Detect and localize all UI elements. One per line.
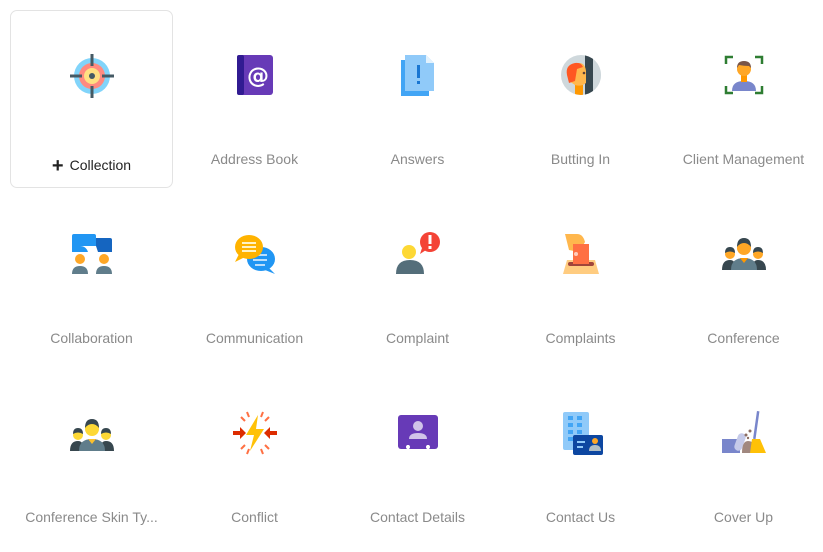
plus-icon: + [51, 155, 64, 177]
icon-tile[interactable]: Cover Up [662, 368, 823, 546]
icon-tile[interactable]: @ Address Book [173, 10, 336, 188]
target-icon [69, 54, 114, 98]
icon-tile[interactable]: Contact Us [499, 368, 662, 546]
icon-label: Cover Up [713, 509, 774, 525]
icon-label: Contact Details [370, 509, 465, 525]
icon-tile[interactable]: Conference Skin Ty... [10, 368, 173, 546]
butting-in-icon [559, 53, 603, 97]
icon-label: Conflict [231, 509, 278, 525]
add-collection-label: + Collection [51, 155, 132, 177]
contact-us-icon [559, 411, 603, 455]
complaints-icon [559, 232, 603, 276]
answers-icon [396, 53, 440, 97]
complaint-icon [395, 232, 440, 276]
icon-label: Address Book [210, 151, 299, 167]
address-book-icon: @ [233, 53, 277, 97]
icon-tile[interactable]: Conference [662, 189, 823, 367]
icon-label: Collaboration [50, 330, 133, 346]
icon-tile[interactable]: Contact Details [336, 368, 499, 546]
icon-tile[interactable]: Communication [173, 189, 336, 367]
icon-label: Answers [390, 151, 445, 167]
conference-icon [721, 232, 766, 276]
icon-label: Conference [707, 330, 780, 346]
icon-label: Contact Us [545, 509, 616, 525]
icon-tile[interactable]: Complaint [336, 189, 499, 367]
svg-text:@: @ [247, 64, 269, 89]
add-collection-button[interactable]: + Collection [10, 10, 173, 188]
collaboration-icon [70, 232, 114, 276]
icon-label: Complaints [545, 330, 616, 346]
icon-tile[interactable]: Collaboration [10, 189, 173, 367]
icon-tile[interactable]: Client Management [662, 10, 823, 188]
client-management-icon [722, 53, 766, 97]
conflict-icon [232, 411, 277, 455]
icon-label: Butting In [550, 151, 611, 167]
icon-label: Client Management [682, 151, 805, 167]
contact-details-icon [396, 411, 440, 455]
icon-tile[interactable]: Complaints [499, 189, 662, 367]
icon-tile[interactable]: Butting In [499, 10, 662, 188]
communication-icon [233, 232, 277, 276]
conference-skin-type-icon [69, 411, 114, 455]
icon-tile[interactable]: Answers [336, 10, 499, 188]
icon-label: Communication [205, 330, 304, 346]
icon-label: Conference Skin Ty... [25, 509, 158, 525]
icon-label: Complaint [385, 330, 450, 346]
icon-tile[interactable]: Conflict [173, 368, 336, 546]
cover-up-icon [721, 411, 766, 455]
